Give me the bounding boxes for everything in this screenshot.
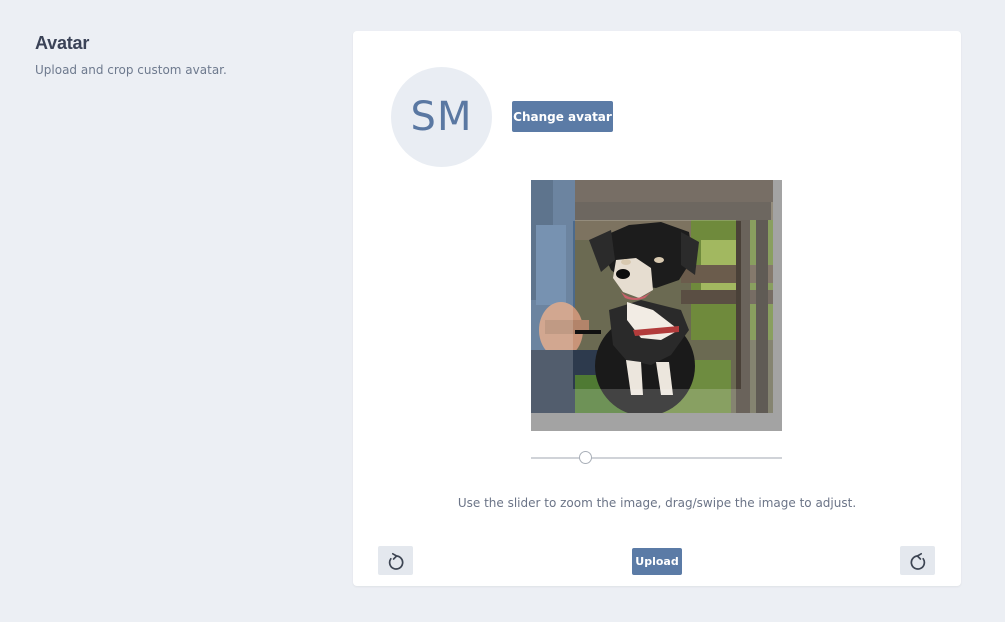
upload-button[interactable]: Upload	[632, 548, 682, 575]
crop-box[interactable]	[573, 221, 741, 389]
rotate-left-icon	[388, 552, 403, 570]
change-avatar-button[interactable]: Change avatar	[512, 101, 613, 132]
avatar-card: SM Change avatar Use the slider to zoom …	[353, 31, 961, 586]
rotate-left-button[interactable]	[378, 546, 413, 575]
avatar-initials: SM	[410, 94, 473, 140]
section-title: Avatar	[35, 33, 90, 53]
zoom-slider-thumb[interactable]	[579, 451, 593, 464]
zoom-slider-track	[531, 457, 782, 459]
zoom-slider[interactable]	[531, 449, 782, 467]
section-info: Avatar Upload and crop custom avatar.	[35, 33, 335, 77]
avatar: SM	[391, 67, 492, 167]
rotate-right-button[interactable]	[900, 546, 935, 575]
cropper-hint: Use the slider to zoom the image, drag/s…	[457, 496, 857, 510]
section-description: Upload and crop custom avatar.	[35, 63, 227, 77]
image-cropper[interactable]	[531, 180, 782, 431]
rotate-right-icon	[910, 552, 925, 570]
